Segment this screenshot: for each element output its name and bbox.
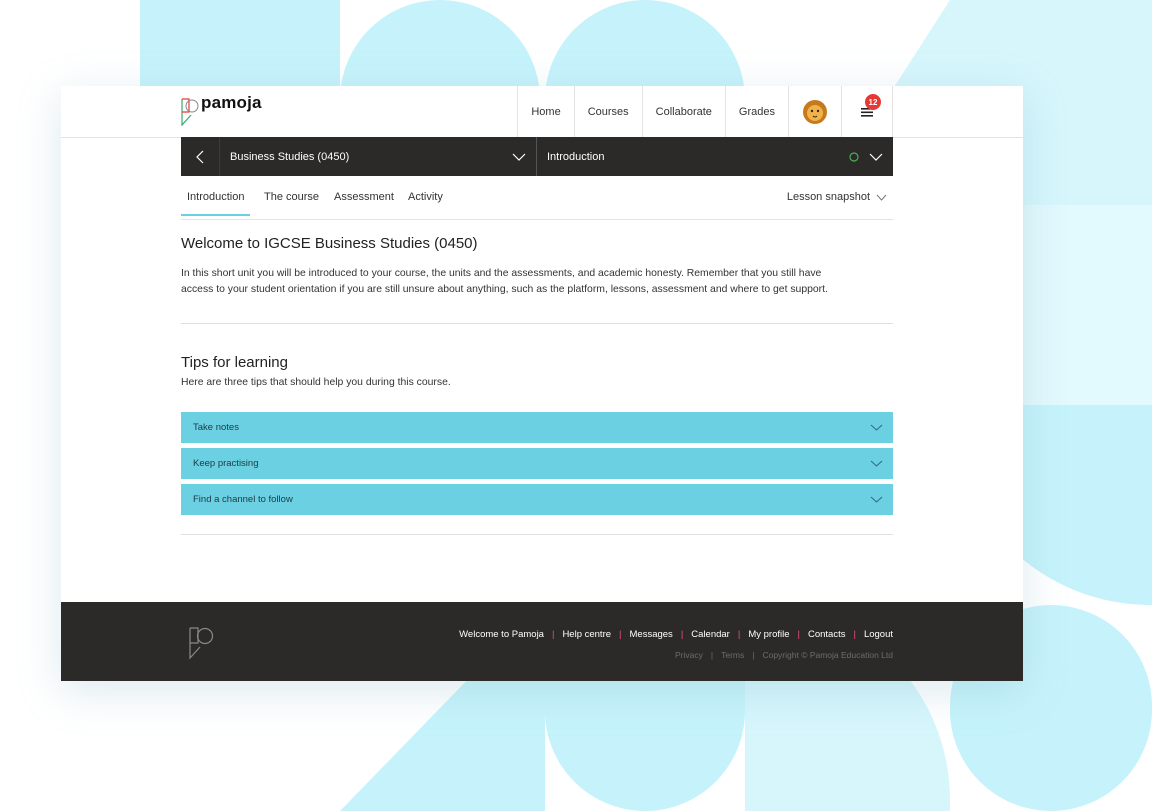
- lesson-tabs: Introduction The course Assessment Activ…: [181, 176, 893, 220]
- tips-intro: Here are three tips that should help you…: [181, 377, 451, 388]
- footer-link-contacts[interactable]: Contacts: [808, 629, 846, 640]
- pamoja-logo-icon: [181, 98, 199, 126]
- lesson-snapshot-label: Lesson snapshot: [786, 191, 870, 203]
- chevron-left-icon: [196, 150, 204, 163]
- separator: |: [551, 629, 555, 640]
- separator: |: [710, 650, 714, 660]
- chevron-down-icon: [870, 496, 883, 503]
- lesson-controls: [849, 151, 883, 162]
- pamoja-logo-icon: [189, 627, 214, 660]
- tab-activity[interactable]: Activity: [408, 191, 443, 203]
- course-selector[interactable]: Business Studies (0450): [220, 137, 537, 176]
- main-nav: Home Courses Collaborate Grades 12: [517, 86, 893, 137]
- lesson-snapshot-dropdown[interactable]: Lesson snapshot: [787, 191, 887, 203]
- intro-line: access to your student orientation if yo…: [181, 284, 828, 295]
- divider: [181, 323, 893, 324]
- chevron-down-icon: [876, 194, 887, 201]
- lesson-title: Introduction: [547, 150, 605, 163]
- intro-line: In this short unit you will be introduce…: [181, 268, 822, 279]
- tab-the-course[interactable]: The course: [264, 191, 319, 203]
- nav-home[interactable]: Home: [517, 86, 573, 137]
- footer-link-messages[interactable]: Messages: [630, 629, 673, 640]
- intro-paragraph: In this short unit you will be introduce…: [181, 266, 893, 298]
- divider: [181, 534, 893, 535]
- copyright-text: Copyright © Pamoja Education Ltd: [762, 650, 893, 660]
- chevron-down-icon: [512, 153, 526, 161]
- accordion-label: Keep practising: [193, 458, 259, 469]
- chevron-down-icon: [870, 424, 883, 431]
- separator: |: [737, 629, 741, 640]
- notification-badge: 12: [865, 94, 881, 110]
- separator: |: [853, 629, 856, 640]
- footer-link-logout[interactable]: Logout: [864, 629, 893, 640]
- footer-link-terms[interactable]: Terms: [721, 650, 744, 660]
- footer-link-privacy[interactable]: Privacy: [675, 650, 703, 660]
- tab-introduction[interactable]: Introduction: [181, 191, 251, 216]
- lion-avatar-icon: [803, 99, 827, 124]
- footer-link-help-centre[interactable]: Help centre: [562, 629, 611, 640]
- footer: Welcome to Pamoja | Help centre | Messag…: [61, 602, 1023, 681]
- course-bar: Business Studies (0450) Introduction: [181, 137, 893, 176]
- back-button[interactable]: [181, 137, 220, 176]
- nav-collaborate[interactable]: Collaborate: [641, 86, 725, 137]
- nav-grades[interactable]: Grades: [724, 86, 788, 137]
- accordion-keep-practising[interactable]: Keep practising: [181, 448, 893, 479]
- accordion-label: Find a channel to follow: [193, 494, 293, 505]
- avatar[interactable]: [788, 86, 841, 137]
- accordion-label: Take notes: [193, 422, 239, 433]
- separator: |: [797, 629, 800, 640]
- menu-button[interactable]: 12: [841, 86, 893, 137]
- brand-name: pamoja: [201, 93, 262, 112]
- lesson-selector[interactable]: Introduction: [537, 137, 893, 176]
- top-navigation: pamoja Home Courses Collaborate Grades 1…: [61, 86, 1023, 138]
- footer-link-welcome[interactable]: Welcome to Pamoja: [459, 629, 544, 640]
- separator: |: [619, 629, 622, 640]
- footer-legal: Privacy | Terms | Copyright © Pamoja Edu…: [675, 650, 893, 660]
- footer-link-my-profile[interactable]: My profile: [748, 629, 789, 640]
- accordion-take-notes[interactable]: Take notes: [181, 412, 893, 443]
- footer-links: Welcome to Pamoja | Help centre | Messag…: [459, 629, 893, 640]
- tips-heading: Tips for learning: [181, 354, 288, 371]
- footer-link-calendar[interactable]: Calendar: [691, 629, 730, 640]
- app-window: pamoja Home Courses Collaborate Grades 1…: [61, 86, 1023, 681]
- chevron-down-icon: [870, 460, 883, 467]
- status-circle-icon: [849, 151, 859, 162]
- course-title: Business Studies (0450): [230, 150, 350, 163]
- brand-logo[interactable]: pamoja: [181, 93, 262, 131]
- separator: |: [680, 629, 684, 640]
- nav-courses[interactable]: Courses: [573, 86, 642, 137]
- chevron-down-icon: [869, 153, 883, 161]
- tab-assessment[interactable]: Assessment: [334, 191, 394, 203]
- page-title: Welcome to IGCSE Business Studies (0450): [181, 235, 478, 252]
- accordion-find-a-channel[interactable]: Find a channel to follow: [181, 484, 893, 515]
- separator: |: [752, 650, 755, 660]
